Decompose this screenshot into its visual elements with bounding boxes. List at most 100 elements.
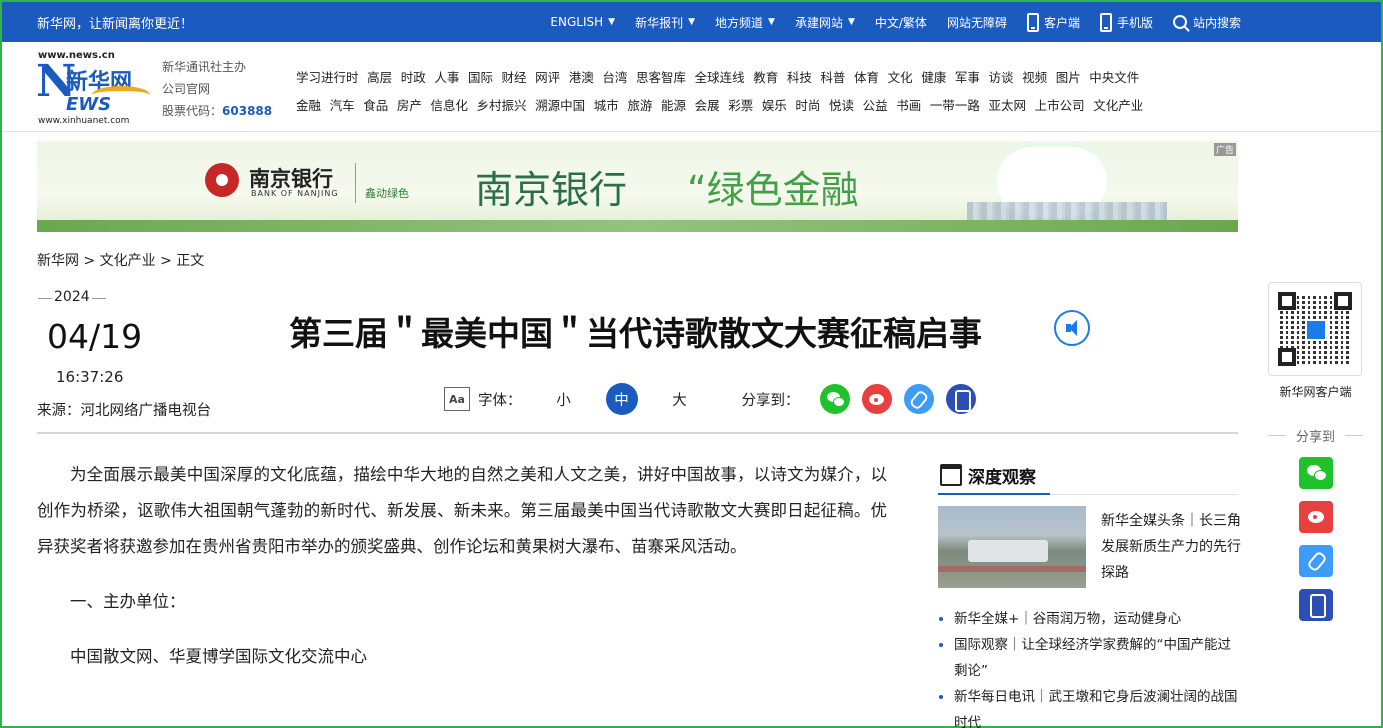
chevron-down-icon: ▼	[608, 17, 616, 27]
weibo-icon[interactable]	[1298, 501, 1333, 533]
channel-link[interactable]: 乡村振兴	[477, 95, 527, 114]
font-size-small[interactable]: 小	[548, 383, 580, 415]
channel-link[interactable]: 科普	[820, 67, 845, 86]
channel-link[interactable]: 全球连线	[695, 67, 745, 86]
channel-link[interactable]: 军事	[955, 67, 980, 86]
channel-link[interactable]: 文化	[888, 67, 913, 86]
share-label: 分享到：	[741, 392, 800, 409]
list-item[interactable]: 新华全媒+｜谷雨润万物，运动健身心	[938, 606, 1238, 632]
wechat-share-icon[interactable]	[819, 384, 850, 414]
channel-link[interactable]: 上市公司	[1035, 95, 1085, 114]
ad-sub: 鑫动绿色	[365, 187, 409, 200]
featured-story[interactable]: 新华全媒头条｜长三角发展新质生产力的先行探路	[938, 506, 1241, 598]
channel-link[interactable]: 书画	[896, 95, 921, 114]
top-bar: 新华网，让新闻离你更近！ ENGLISH ▼ 新华报刊 ▼ 地方频道 ▼ 承建网站 ▼ …	[2, 2, 1381, 42]
search-icon	[1172, 15, 1187, 29]
channel-link[interactable]: 亚太网	[988, 95, 1026, 114]
channel-link[interactable]: 体育	[854, 67, 879, 86]
article-body: 为全面展示最美中国深厚的文化底蕴，描绘中华大地的自然之美和人文之美，讲好中国故事…	[37, 457, 887, 694]
channel-link[interactable]: 旅游	[627, 95, 652, 114]
channel-link[interactable]: 访谈	[988, 67, 1013, 86]
nav-traditional-chinese[interactable]: 中文/繁体	[875, 14, 927, 31]
channel-link[interactable]: 高层	[367, 67, 392, 86]
qr-caption: 新华网客户端	[1279, 385, 1352, 399]
nav-hosted-sites[interactable]: 承建网站 ▼	[795, 14, 855, 31]
channel-link[interactable]: 会展	[695, 95, 720, 114]
wechat-icon[interactable]	[1298, 457, 1333, 489]
nav-client-app[interactable]: 客户端	[1026, 12, 1080, 32]
nav-local-channels[interactable]: 地方频道 ▼	[715, 14, 775, 31]
channel-link[interactable]: 金融	[296, 95, 321, 114]
nav-accessibility[interactable]: 网站无障碍	[947, 14, 1007, 31]
channel-link[interactable]: 学习进行时	[296, 67, 359, 86]
channel-link[interactable]: 港澳	[569, 67, 594, 86]
article-source: 来源：河北网络广播电视台	[37, 403, 211, 419]
link-icon[interactable]	[1298, 545, 1333, 577]
font-size-large[interactable]: 大	[664, 383, 696, 415]
corp-line2: 公司官网	[162, 82, 211, 96]
channel-link[interactable]: 食品	[363, 95, 388, 114]
channel-link[interactable]: 能源	[661, 95, 686, 114]
list-item[interactable]: 新华每日电讯｜武王墩和它身后波澜壮阔的战国时代	[938, 684, 1238, 728]
channel-link[interactable]: 溯源中国	[535, 95, 585, 114]
corp-info: 新华通讯社主办 公司官网 股票代码：603888	[162, 56, 272, 122]
channel-link[interactable]: 时尚	[795, 95, 820, 114]
qr-finder	[1278, 348, 1296, 366]
channel-link[interactable]: 财经	[502, 67, 527, 86]
featured-thumbnail[interactable]	[938, 506, 1086, 588]
channel-link[interactable]: 时政	[401, 67, 426, 86]
panel-title: 深度观察	[968, 468, 1036, 488]
channel-link[interactable]: 科技	[787, 67, 812, 86]
publish-year: 2024	[38, 289, 106, 305]
stock-code[interactable]: 603888	[222, 104, 272, 118]
chevron-down-icon: ▼	[688, 17, 696, 27]
article-paragraph: 中国散文网、华夏博学国际文化交流中心	[70, 647, 367, 666]
mobile-icon[interactable]	[1298, 589, 1333, 621]
channel-link[interactable]: 图片	[1056, 67, 1081, 86]
channel-link[interactable]: 网评	[535, 67, 560, 86]
nav-hosted-label: 承建网站	[794, 15, 843, 30]
mobile-share-icon[interactable]	[945, 384, 976, 414]
channel-link[interactable]: 人事	[434, 67, 459, 86]
mobile-phone-icon	[1099, 12, 1112, 32]
nav-newspapers[interactable]: 新华报刊 ▼	[635, 14, 695, 31]
breadcrumb[interactable]: 新华网 > 文化产业 > 正文	[37, 250, 204, 270]
top-nav: ENGLISH ▼ 新华报刊 ▼ 地方频道 ▼ 承建网站 ▼ 中文/繁体 网站无障碍 客…	[530, 2, 1241, 42]
channel-link[interactable]: 一带一路	[930, 95, 980, 114]
speaker-icon[interactable]	[1054, 310, 1090, 346]
channel-link[interactable]: 城市	[594, 95, 619, 114]
nav-english-label: ENGLISH	[550, 15, 604, 29]
channel-link[interactable]: 彩票	[728, 95, 753, 114]
channel-link[interactable]: 文化产业	[1093, 95, 1143, 114]
nav-mobile[interactable]: 手机版	[1099, 12, 1153, 32]
channel-link[interactable]: 中央文件	[1089, 67, 1139, 86]
ad-slogan-green: “绿色金融	[687, 168, 859, 212]
channel-link[interactable]: 教育	[753, 67, 778, 86]
nav-site-search[interactable]: 站内搜索	[1172, 14, 1241, 31]
story-list: 新华全媒+｜谷雨润万物，运动健身心 国际观察｜让全球经济学家费解的“中国产能过剩…	[938, 606, 1238, 728]
link-share-icon[interactable]	[903, 384, 934, 414]
font-size-medium[interactable]: 中	[605, 383, 638, 415]
channel-link[interactable]: 健康	[921, 67, 946, 86]
channel-link[interactable]: 国际	[468, 67, 493, 86]
channel-link[interactable]: 信息化	[430, 95, 468, 114]
xinhua-logo[interactable]: www.news.cn N 新华网 EWS www.xinhuanet.com	[36, 50, 152, 126]
channel-link[interactable]: 台湾	[602, 67, 627, 86]
nav-english[interactable]: ENGLISH ▼	[550, 15, 615, 29]
channel-link[interactable]: 汽车	[330, 95, 355, 114]
channel-link[interactable]: 公益	[863, 95, 888, 114]
panel-header: 深度观察	[938, 457, 1238, 495]
featured-title[interactable]: 新华全媒头条｜长三角发展新质生产力的先行探路	[1101, 508, 1241, 586]
channel-link[interactable]: 视频	[1022, 67, 1047, 86]
channel-link[interactable]: 娱乐	[762, 95, 787, 114]
channel-link[interactable]: 悦读	[829, 95, 854, 114]
channel-link[interactable]: 思客智库	[636, 67, 686, 86]
bank-logo-icon	[205, 163, 239, 197]
weibo-share-icon[interactable]	[861, 384, 892, 414]
ad-slogan-bank: 南京银行	[475, 168, 628, 212]
list-item[interactable]: 国际观察｜让全球经济学家费解的“中国产能过剩论”	[938, 632, 1238, 684]
chevron-down-icon: ▼	[847, 17, 855, 27]
channel-link[interactable]: 房产	[397, 95, 422, 114]
client-app-icon	[1026, 12, 1039, 32]
ad-banner[interactable]: 南京银行 BANK OF NANJING 鑫动绿色 南京银行 “绿色金融 广告	[37, 141, 1238, 232]
